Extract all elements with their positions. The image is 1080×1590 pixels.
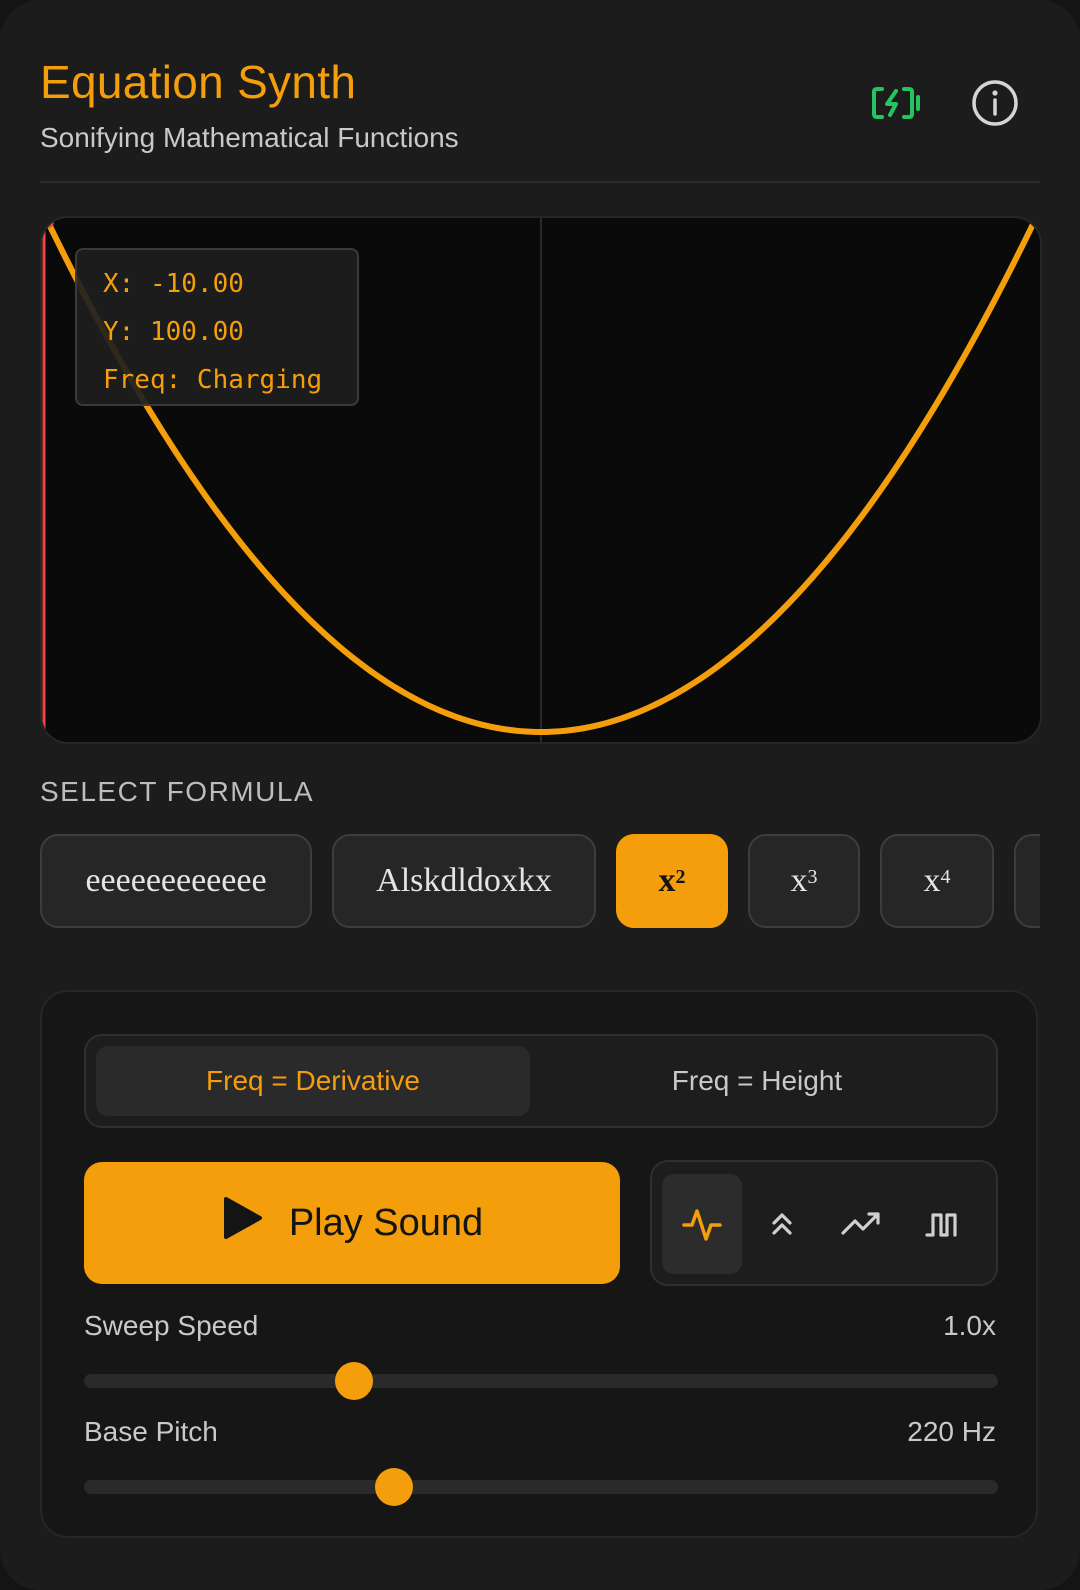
select-formula-label: SELECT FORMULA — [40, 776, 315, 807]
formula-button-1[interactable]: eeeeeeeeeeee — [40, 834, 312, 928]
base-pitch-label: Base Pitch — [84, 1416, 218, 1447]
formula-button-x2[interactable]: x2 — [616, 834, 728, 928]
formula-button-overflow[interactable] — [1014, 834, 1040, 928]
app-window: Equation Synth Sonifying Mathematical Fu… — [0, 0, 1080, 1590]
readout-freq: Freq: Charging — [103, 365, 323, 395]
square-wave-icon[interactable] — [902, 1174, 982, 1274]
sound-controls-panel: Freq = Derivative Freq = Height Play Sou… — [40, 990, 1038, 1538]
sweep-speed-label: Sweep Speed — [84, 1310, 259, 1341]
formula-base: x — [923, 862, 941, 899]
header-divider — [40, 181, 1040, 183]
play-sound-button[interactable]: Play Sound — [84, 1162, 620, 1284]
formula-button-x4[interactable]: x4 — [880, 834, 994, 928]
chevrons-up-icon[interactable] — [742, 1174, 822, 1274]
base-pitch-thumb[interactable] — [374, 1468, 413, 1506]
formula-button-x3[interactable]: x3 — [748, 834, 860, 928]
sine-wave-icon[interactable] — [662, 1174, 742, 1274]
play-icon — [221, 1196, 263, 1250]
formula-label: Alskdldoxkx — [376, 862, 552, 899]
sweep-speed-thumb[interactable] — [334, 1362, 373, 1400]
waveform-selector — [650, 1160, 998, 1286]
info-icon[interactable] — [970, 78, 1020, 133]
readout-x: X: -10.00 — [103, 269, 244, 299]
formula-exponent: 4 — [940, 865, 951, 888]
formula-selector: eeeeeeeeeeee Alskdldoxkx x2 x3 x4 — [40, 834, 1040, 928]
cursor-readout: X: -10.00 Y: 100.00 Freq: Charging — [75, 248, 359, 406]
function-plot[interactable]: X: -10.00 Y: 100.00 Freq: Charging — [40, 216, 1042, 744]
formula-exponent: 3 — [807, 865, 818, 888]
formula-label: eeeeeeeeeeee — [85, 862, 267, 899]
sweep-speed-slider[interactable] — [84, 1362, 998, 1400]
formula-base: x — [790, 862, 808, 899]
sweep-speed-value: 1.0x — [943, 1310, 996, 1341]
frequency-mode-toggle: Freq = Derivative Freq = Height — [84, 1034, 998, 1128]
formula-base: x — [658, 862, 676, 899]
readout-y: Y: 100.00 — [103, 317, 244, 347]
mode-option-height[interactable]: Freq = Height — [540, 1046, 974, 1116]
play-sound-label: Play Sound — [288, 1201, 484, 1244]
battery-charging-icon — [872, 85, 922, 126]
formula-button-2[interactable]: Alskdldoxkx — [332, 834, 596, 928]
mode-option-derivative[interactable]: Freq = Derivative — [96, 1046, 530, 1116]
header-icons — [872, 78, 1020, 133]
base-pitch-slider[interactable] — [84, 1468, 998, 1506]
trending-up-icon[interactable] — [822, 1174, 902, 1274]
base-pitch-value: 220 Hz — [907, 1416, 996, 1447]
formula-exponent: 2 — [675, 865, 686, 888]
header: Equation Synth Sonifying Mathematical Fu… — [40, 52, 1040, 154]
